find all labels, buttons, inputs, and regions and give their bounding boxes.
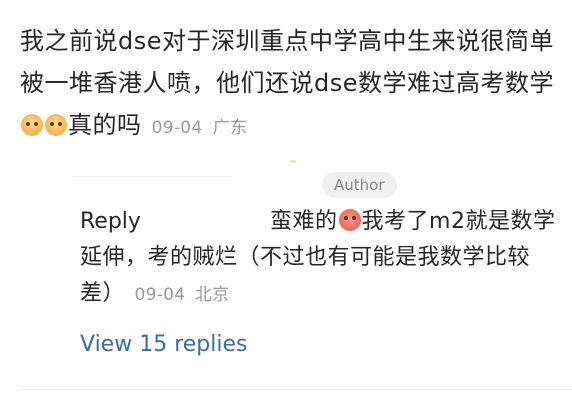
comment-text: 我之前说dse对于深圳重点中学高中生来说很简单被一堆香港人喷，他们还说dse数学… — [20, 27, 555, 97]
author-badge: Author — [322, 172, 397, 198]
obscured-avatar-dot — [290, 160, 296, 163]
comment-location: 广东 — [212, 118, 248, 138]
view-replies-link[interactable]: View 15 replies — [80, 330, 247, 360]
comment-date: 09-04 — [151, 118, 203, 138]
reply-date: 09-04 — [134, 285, 186, 305]
reply-location: 北京 — [194, 285, 230, 305]
comment-body: 我之前说dse对于深圳重点中学高中生来说很简单被一堆香港人喷，他们还说dse数学… — [20, 20, 560, 149]
divider — [20, 389, 572, 390]
comment-text-end: 真的吗 — [68, 111, 142, 139]
obscured-username-line — [72, 176, 232, 177]
angry-emoji-icon — [338, 209, 361, 231]
reply-text: 蛮难的 — [270, 209, 338, 234]
smile-emoji-icon — [45, 114, 67, 136]
reply-body: 蛮难的 我考了m2就是数学延伸，考的贼烂（不过也有可能是我数学比较差） 09-04… — [80, 204, 558, 313]
smile-emoji-icon — [21, 114, 43, 136]
